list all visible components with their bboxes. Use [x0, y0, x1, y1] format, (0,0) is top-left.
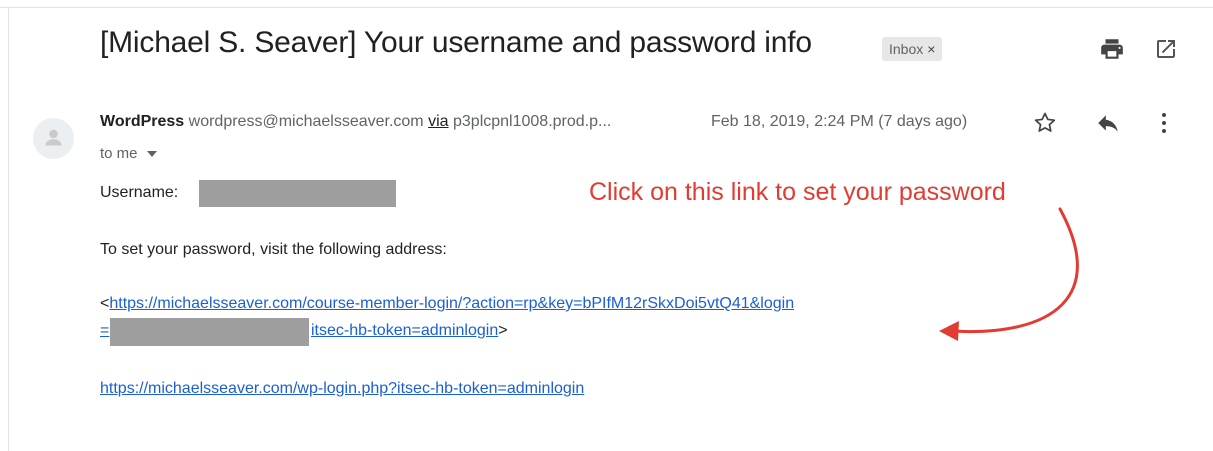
reply-icon[interactable] — [1095, 110, 1121, 136]
reset-link-line-1: <https://michaelsseaver.com/course-membe… — [100, 295, 794, 313]
via-host: p3plcpnl1008.prod.p... — [453, 113, 612, 130]
chevron-down-icon — [146, 151, 157, 158]
inbox-label-text: Inbox — [889, 41, 924, 57]
reset-password-link-continued[interactable]: = — [100, 322, 109, 339]
instruction-text: To set your password, visit the followin… — [100, 241, 447, 258]
sender-name[interactable]: WordPress — [100, 113, 184, 130]
print-icon[interactable] — [1099, 36, 1125, 62]
wp-login-link[interactable]: https://michaelsseaver.com/wp-login.php?… — [100, 380, 584, 397]
sender-avatar[interactable] — [33, 118, 74, 159]
reset-link-open-bracket: < — [100, 295, 110, 312]
email-date: Feb 18, 2019, 2:24 PM (7 days ago) — [711, 113, 968, 130]
login-link-line: https://michaelsseaver.com/wp-login.php?… — [100, 380, 584, 398]
via-link[interactable]: via — [428, 113, 448, 130]
remove-label-button[interactable]: × — [927, 41, 935, 57]
recipient-details-toggle[interactable]: to me — [100, 145, 157, 162]
frame-top-border — [0, 7, 1213, 8]
more-vertical-icon[interactable] — [1152, 110, 1176, 136]
star-icon[interactable] — [1032, 110, 1058, 136]
redacted-username — [199, 180, 396, 207]
username-label: Username: — [100, 184, 179, 201]
reset-link-close-bracket: > — [498, 322, 508, 339]
reset-password-link[interactable]: https://michaelsseaver.com/course-member… — [109, 295, 794, 312]
avatar-person-icon — [45, 129, 62, 146]
annotation-arrow-icon — [939, 207, 1079, 341]
reset-link-line-2-start: = — [100, 322, 109, 340]
sender-line: WordPress wordpress@michaelsseaver.com v… — [100, 113, 611, 131]
reset-password-link-tail[interactable]: itsec-hb-token=adminlogin — [311, 322, 498, 339]
recipient-text: to me — [100, 145, 138, 162]
email-subject: [Michael S. Seaver] Your username and pa… — [100, 26, 812, 59]
redacted-login-param — [110, 318, 309, 346]
inbox-label-badge: Inbox × — [882, 37, 943, 61]
open-in-new-window-icon[interactable] — [1154, 37, 1178, 61]
sender-email: wordpress@michaelsseaver.com — [188, 113, 424, 130]
reset-link-line-2-end: itsec-hb-token=adminlogin> — [311, 322, 508, 340]
frame-left-border — [8, 7, 9, 451]
